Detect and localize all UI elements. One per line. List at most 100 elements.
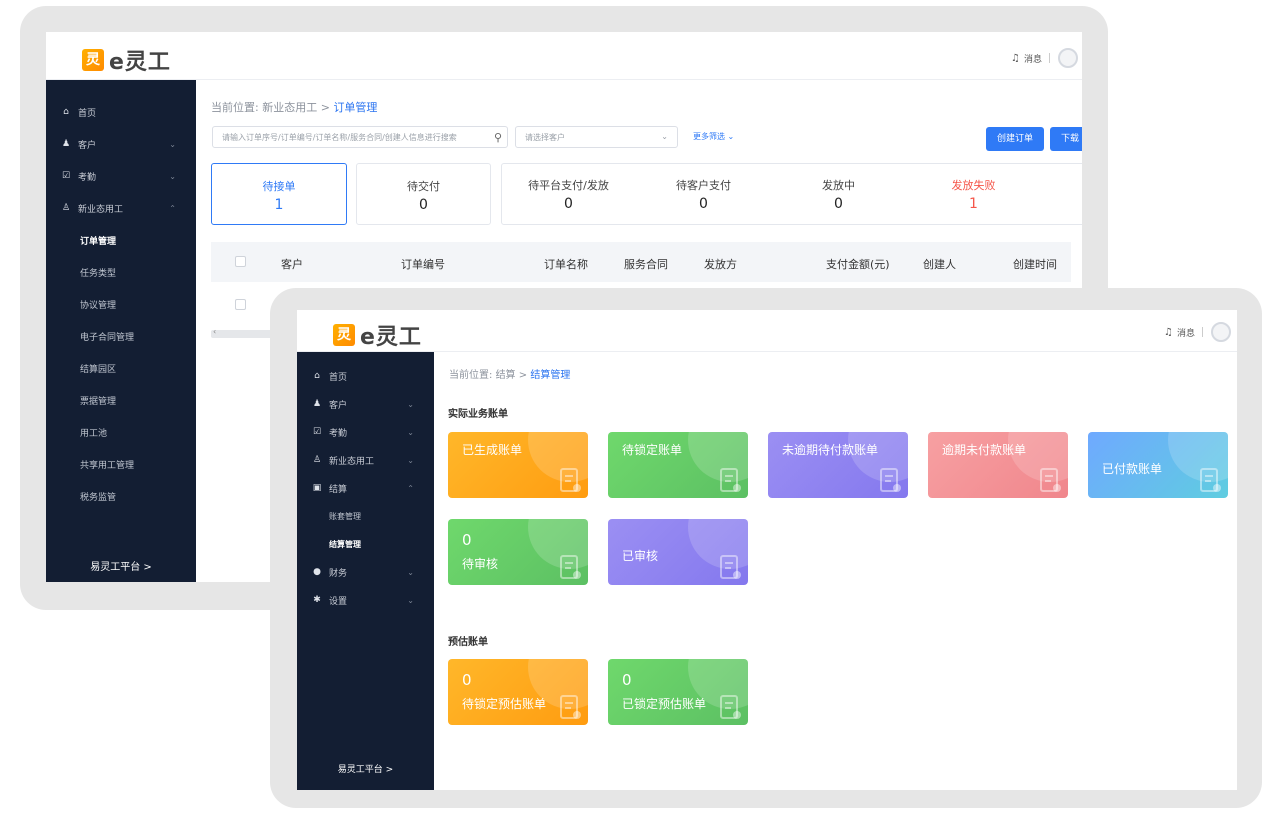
home-icon: ⌂ <box>63 107 69 117</box>
search-icon[interactable]: ⚲ <box>494 131 502 144</box>
chevron-down-icon: ⌄ <box>661 132 668 141</box>
bill-card-reviewed[interactable]: 已审核 <box>608 519 748 585</box>
sidebar-item-settings[interactable]: ✱ 设置 ⌄ <box>297 586 434 614</box>
brand-logo[interactable]: 灵 e灵工 <box>82 44 171 76</box>
sidebar-subitem-order-management[interactable]: 订单管理 <box>46 224 196 256</box>
sidebar-subitem-ledger-management[interactable]: 账套管理 <box>297 502 434 530</box>
breadcrumb-prefix: 当前位置: <box>449 370 493 381</box>
tab-count: 0 <box>564 196 573 212</box>
sidebar-subitem-e-contract[interactable]: 电子合同管理 <box>46 320 196 352</box>
sidebar-subitem-worker-pool[interactable]: 用工池 <box>46 416 196 448</box>
more-filters-link[interactable]: 更多筛选 ⌄ <box>693 131 734 142</box>
tab-count: 0 <box>834 196 843 212</box>
column-header[interactable]: 服务合同 <box>624 256 668 272</box>
logo-mark: 灵 <box>333 324 355 346</box>
sidebar-subitem-tax-supervision[interactable]: 税务监管 <box>46 480 196 512</box>
sidebar-item-home[interactable]: ⌂ 首页 <box>46 96 196 128</box>
sidebar-item-attendance[interactable]: ☑ 考勤 ⌄ <box>297 418 434 446</box>
column-header[interactable]: 创建人 <box>923 256 956 272</box>
select-all-checkbox[interactable] <box>235 256 246 267</box>
tab-issue-failed[interactable]: 发放失败 1 <box>906 163 1041 212</box>
logo-mark: 灵 <box>82 49 104 71</box>
sidebar-subitem-task-type[interactable]: 任务类型 <box>46 256 196 288</box>
sidebar-subitem-shared-employment[interactable]: 共享用工管理 <box>46 448 196 480</box>
tab-count: 1 <box>969 196 978 212</box>
front-screen: 灵 e灵工 ♫ 消息 ⌂ 首页 ♟ 客户 ⌄ ☑ 考勤 ⌄ ♙ 新业态用工 ⌄ <box>297 310 1237 790</box>
breadcrumb: 当前位置: 结算 > 结算管理 <box>449 366 570 381</box>
bill-card-generated[interactable]: 已生成账单 <box>448 432 588 498</box>
sidebar-item-label: 客户 <box>78 140 97 151</box>
sidebar-item-new-employment[interactable]: ♙ 新业态用工 ⌄ <box>297 446 434 474</box>
column-header[interactable]: 订单名称 <box>544 256 588 272</box>
bell-icon[interactable]: ♫ <box>1011 53 1020 64</box>
sidebar-item-label: 电子合同管理 <box>80 332 135 343</box>
column-header[interactable]: 订单编号 <box>401 256 445 272</box>
avatar[interactable] <box>1058 48 1078 68</box>
card-label: 未逾期待付款账单 <box>782 443 879 457</box>
sidebar-item-label: 结算 <box>329 484 348 495</box>
card-label: 已锁定预估账单 <box>622 697 707 711</box>
column-header[interactable]: 支付金额(元) <box>826 256 890 272</box>
column-header[interactable]: 创建时间 <box>1013 256 1057 272</box>
bill-card-estimate-pending-lock[interactable]: 0 待锁定预估账单 <box>448 659 588 725</box>
sidebar-item-new-employment[interactable]: ♙ 新业态用工 ⌃ <box>46 192 196 224</box>
avatar[interactable] <box>1211 322 1231 342</box>
logo-text: e灵工 <box>109 50 171 75</box>
sidebar-item-attendance[interactable]: ☑ 考勤 ⌄ <box>46 160 196 192</box>
sidebar-item-settlement[interactable]: ▣ 结算 ⌃ <box>297 474 434 502</box>
scroll-left-icon[interactable]: ‹ <box>213 327 216 336</box>
status-tabs: 待接单 1 待交付 0 待平台支付/发放 0 待客户支付 0 发放中 0 发放失… <box>211 163 1082 225</box>
card-label: 待审核 <box>462 557 499 571</box>
bill-card-overdue[interactable]: 逾期未付款账单 <box>928 432 1068 498</box>
sidebar-item-customer[interactable]: ♟ 客户 ⌄ <box>297 390 434 418</box>
sidebar-item-label: 新业态用工 <box>78 204 124 215</box>
sidebar-item-label: 税务监管 <box>80 492 117 503</box>
section-title-estimate: 预估账单 <box>448 637 488 648</box>
platform-link[interactable]: 易灵工平台 > <box>46 558 196 573</box>
column-header[interactable]: 发放方 <box>704 256 737 272</box>
chevron-down-icon: ⌄ <box>407 427 414 437</box>
calendar-check-icon: ☑ <box>61 171 71 181</box>
bill-card-pending-lock[interactable]: 待锁定账单 <box>608 432 748 498</box>
message-link[interactable]: 消息 <box>1024 52 1042 65</box>
sidebar-subitem-invoice[interactable]: 票据管理 <box>46 384 196 416</box>
platform-link[interactable]: 易灵工平台 > <box>297 762 434 775</box>
message-link[interactable]: 消息 <box>1177 326 1195 339</box>
bill-doc-icon <box>720 555 741 579</box>
sidebar-item-customer[interactable]: ♟ 客户 ⌄ <box>46 128 196 160</box>
download-button[interactable]: 下载 <box>1050 127 1082 151</box>
sidebar-subitem-settlement-management[interactable]: 结算管理 <box>297 530 434 558</box>
sidebar-item-finance[interactable]: ● 财务 ⌄ <box>297 558 434 586</box>
tab-label: 待客户支付 <box>676 179 731 192</box>
tab-pending-platform-pay[interactable]: 待平台支付/发放 0 <box>501 163 636 212</box>
search-input[interactable]: 请输入订单序号/订单编号/订单名称/服务合同/创建人信息进行搜索 ⚲ <box>212 126 508 148</box>
tab-label: 待交付 <box>407 180 440 193</box>
bill-card-pending-review[interactable]: 0 待审核 <box>448 519 588 585</box>
card-count: 0 <box>462 531 472 549</box>
breadcrumb-separator: > <box>320 101 330 114</box>
customer-select[interactable]: 请选择客户 ⌄ <box>515 126 678 148</box>
create-order-button[interactable]: 创建订单 <box>986 127 1044 151</box>
bill-doc-icon <box>720 695 741 719</box>
row-checkbox[interactable] <box>235 299 246 310</box>
tab-issuing[interactable]: 发放中 0 <box>771 163 906 212</box>
breadcrumb: 当前位置: 新业态用工 > 订单管理 <box>211 99 377 115</box>
tab-pending-accept[interactable]: 待接单 1 <box>211 163 347 225</box>
top-bar: 灵 e灵工 ♫ 消息 <box>297 310 1237 352</box>
bill-card-paid[interactable]: 已付款账单 <box>1088 432 1228 498</box>
tab-pending-customer-pay[interactable]: 待客户支付 0 <box>636 163 771 212</box>
sidebar-item-label: 新业态用工 <box>329 456 375 467</box>
bell-icon[interactable]: ♫ <box>1164 327 1173 338</box>
chevron-up-icon: ⌃ <box>407 483 414 493</box>
sidebar-subitem-settlement-park[interactable]: 结算园区 <box>46 352 196 384</box>
brand-logo[interactable]: 灵 e灵工 <box>333 319 422 351</box>
sidebar-item-label: 账套管理 <box>329 511 361 521</box>
sidebar-item-home[interactable]: ⌂ 首页 <box>297 362 434 390</box>
bill-card-not-overdue[interactable]: 未逾期待付款账单 <box>768 432 908 498</box>
bill-card-estimate-locked[interactable]: 0 已锁定预估账单 <box>608 659 748 725</box>
column-header[interactable]: 客户 <box>281 256 303 272</box>
breadcrumb-parent[interactable]: 新业态用工 <box>262 101 317 114</box>
tab-pending-delivery[interactable]: 待交付 0 <box>356 163 491 225</box>
sidebar-subitem-agreement[interactable]: 协议管理 <box>46 288 196 320</box>
breadcrumb-parent[interactable]: 结算 <box>496 370 516 381</box>
